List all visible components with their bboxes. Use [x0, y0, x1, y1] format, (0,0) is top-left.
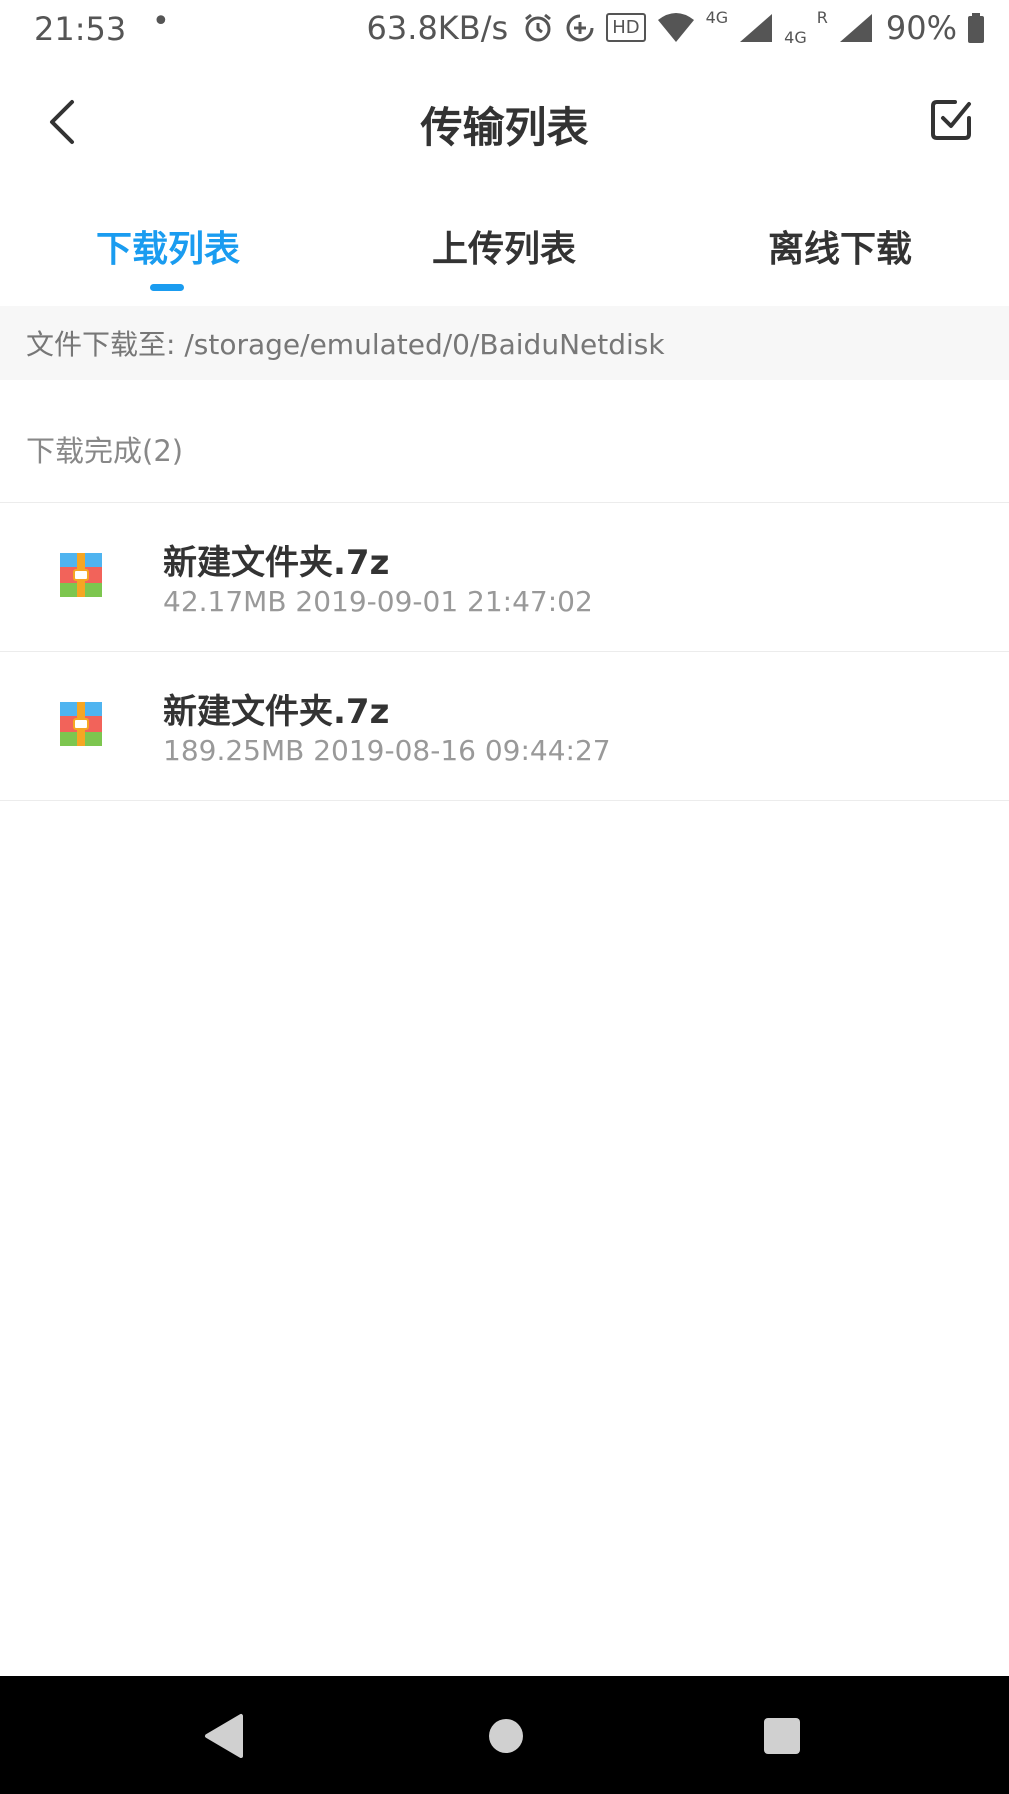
file-meta: 42.17MB 2019-09-01 21:47:02	[163, 585, 593, 618]
battery-icon	[968, 12, 984, 43]
notification-dot: •	[152, 4, 170, 39]
file-name: 新建文件夹.7z	[163, 692, 390, 732]
list-item[interactable]: 新建文件夹.7z 42.17MB 2019-09-01 21:47:02	[0, 503, 1009, 651]
circle-home-icon	[489, 1719, 523, 1753]
battery-level: 90%	[885, 8, 957, 47]
network-4g-label-top: 4G	[705, 8, 729, 27]
list-item[interactable]: 新建文件夹.7z 189.25MB 2019-08-16 09:44:27	[0, 652, 1009, 800]
section-title: 下载完成(2)	[26, 434, 184, 468]
tab-upload-list[interactable]: 上传列表	[374, 220, 634, 272]
file-name: 新建文件夹.7z	[163, 543, 390, 583]
signal-icon-2	[839, 13, 872, 42]
download-path-text: 文件下载至: /storage/emulated/0/BaiduNetdisk	[26, 328, 665, 361]
divider	[0, 800, 1009, 801]
checkbox-edit-icon	[931, 100, 971, 140]
archive-icon	[60, 702, 102, 746]
tab-download-list[interactable]: 下载列表	[38, 220, 298, 272]
nav-home-button[interactable]	[476, 1706, 536, 1766]
tab-indicator	[150, 284, 184, 291]
download-path-bar[interactable]: 文件下载至: /storage/emulated/0/BaiduNetdisk	[0, 306, 1009, 380]
network-speed: 63.8KB/s	[366, 8, 509, 47]
status-icons: 63.8KB/s HD 4G 4G R 90%	[367, 8, 985, 47]
tab-bar: 下载列表 上传列表 离线下载	[0, 210, 1009, 306]
tab-offline-download[interactable]: 离线下载	[710, 220, 970, 272]
nav-recent-button[interactable]	[752, 1706, 812, 1766]
signal-icon	[740, 13, 773, 42]
status-bar: 21:53 • 63.8KB/s HD 4G 4G R 90%	[0, 0, 1009, 60]
multi-select-button[interactable]	[923, 92, 979, 148]
page-title: 传输列表	[420, 103, 589, 152]
roaming-label: R	[816, 8, 828, 27]
file-meta: 189.25MB 2019-08-16 09:44:27	[163, 734, 611, 767]
wifi-icon	[657, 12, 694, 42]
hd-icon: HD	[606, 13, 646, 42]
data-saver-icon	[566, 14, 594, 41]
alarm-icon	[525, 13, 552, 41]
status-time: 21:53	[34, 10, 127, 48]
triangle-back-icon	[205, 1714, 243, 1758]
archive-icon	[60, 553, 102, 597]
header: 传输列表	[0, 70, 1009, 180]
nav-back-button[interactable]	[193, 1706, 253, 1766]
system-nav-bar	[0, 1676, 1009, 1794]
square-recent-icon	[764, 1718, 800, 1754]
hd-label: HD	[612, 17, 640, 38]
network-4g-label-bottom: 4G	[784, 28, 807, 47]
